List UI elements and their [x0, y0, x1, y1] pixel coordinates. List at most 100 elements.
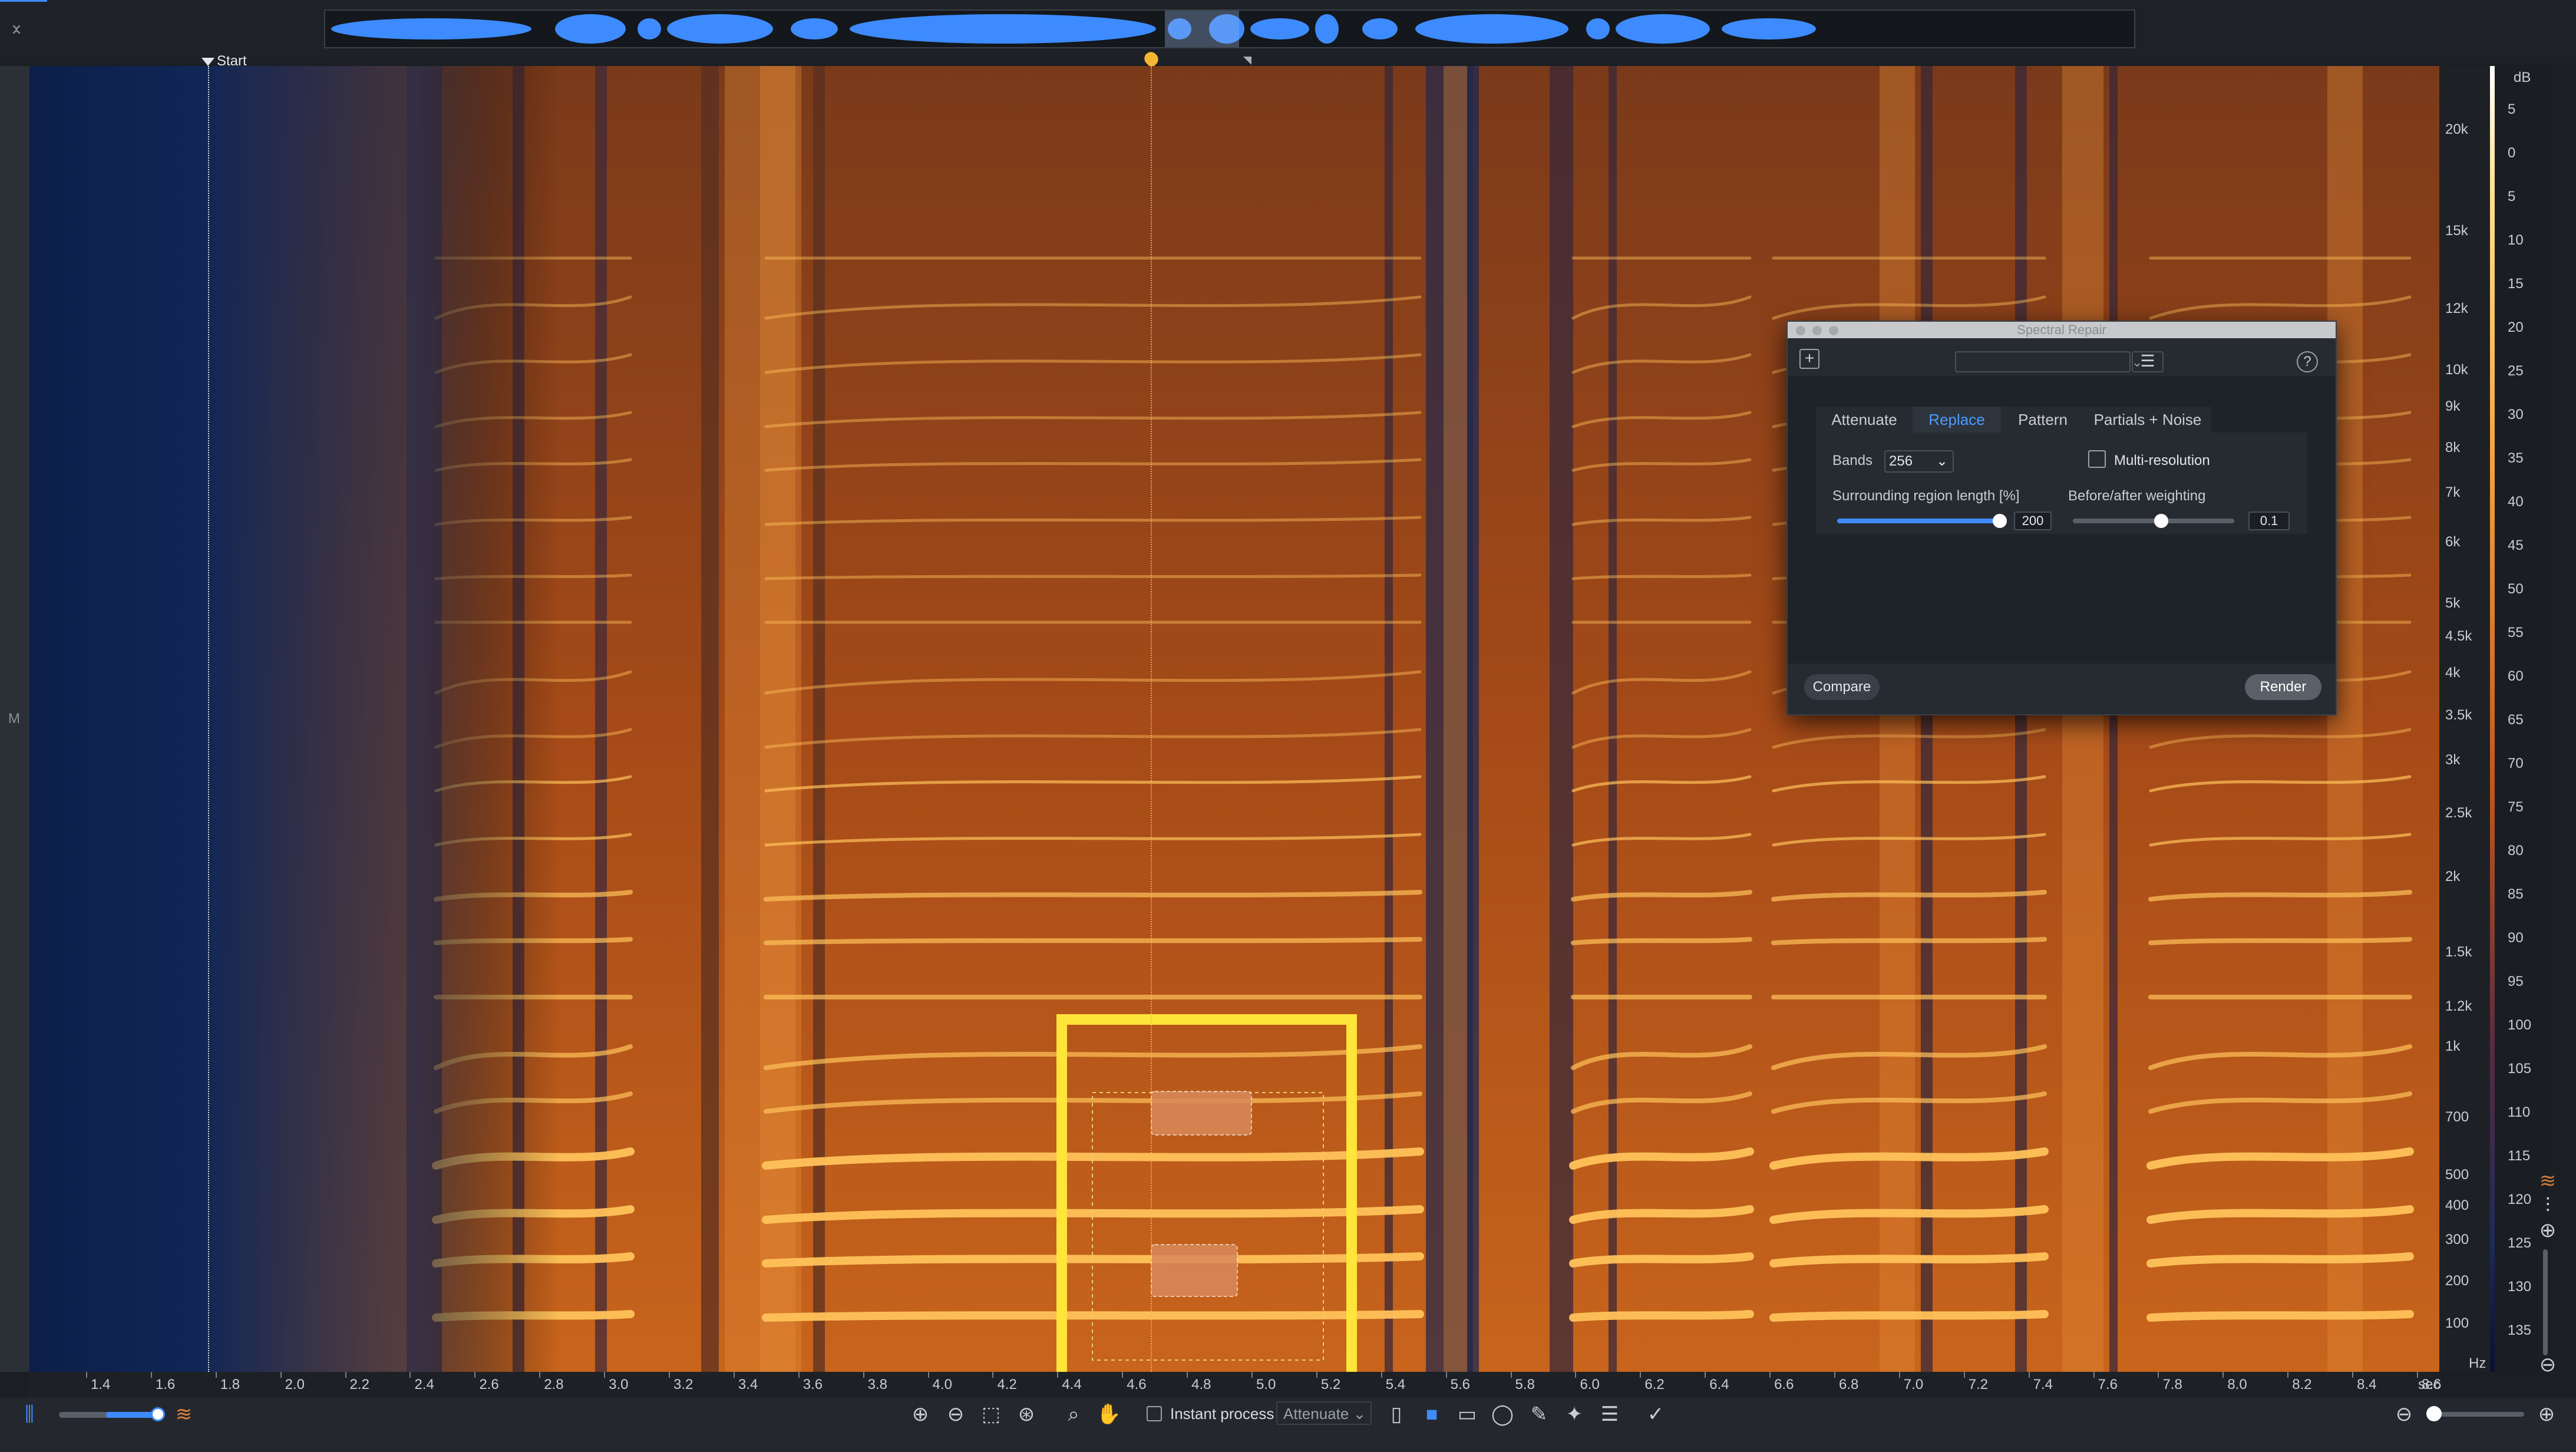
bands-select[interactable]: 256 ⌄ [1884, 450, 1954, 473]
frequency-tick: 500 [2445, 1167, 2469, 1183]
repair-patch-upper[interactable] [1151, 1091, 1252, 1136]
db-tick: 10 [2508, 232, 2524, 248]
frequency-tick: 300 [2445, 1232, 2469, 1248]
time-tick-mark [1251, 1372, 1253, 1378]
waveform-settings-icon[interactable]: ⫶ [2535, 1194, 2561, 1220]
close-window-icon[interactable] [1796, 326, 1805, 335]
magic-wand-icon[interactable]: ✦ [1561, 1402, 1587, 1428]
preset-select[interactable]: ⌄ [1955, 351, 2142, 372]
vertical-zoom-out-icon[interactable]: ⊖ [2535, 1353, 2561, 1379]
hand-icon[interactable]: ✋ [1096, 1402, 1122, 1428]
minimize-window-icon[interactable] [1812, 326, 1822, 335]
zoom-in-icon[interactable]: ⊕ [907, 1402, 933, 1428]
zoom-out-icon[interactable]: ⊖ [943, 1402, 969, 1428]
channel-label: M [8, 711, 20, 727]
rect-select-icon[interactable]: ■ [1419, 1402, 1445, 1428]
preset-menu-icon[interactable]: ☰ [2132, 351, 2164, 372]
view-blend-fill [106, 1412, 158, 1418]
waveform-view-icon[interactable]: ⫼ [16, 1402, 42, 1428]
weighting-slider[interactable] [2073, 519, 2234, 523]
start-marker-icon[interactable] [202, 58, 214, 66]
zoom-window-icon[interactable] [1829, 326, 1838, 335]
overview-waveform-segment [555, 14, 626, 44]
zoom-selection-icon[interactable]: ⬚ [978, 1402, 1004, 1428]
time-tick: 4.4 [1062, 1377, 1082, 1392]
zoom-fit-icon[interactable]: ⊛ [1013, 1402, 1039, 1428]
magnify-icon[interactable]: ⌕ [1061, 1402, 1086, 1428]
dialog-titlebar[interactable]: Spectral Repair [1788, 322, 2336, 338]
frequency-tick: 7k [2445, 484, 2461, 500]
vertical-zoom-in-icon[interactable]: ⊕ [2535, 1219, 2561, 1245]
spectrogram-settings-icon[interactable]: ≋ [2535, 1169, 2561, 1195]
time-tick: 1.4 [91, 1377, 111, 1392]
overview-waveform-segment [667, 14, 773, 44]
spectrogram-view-icon[interactable]: ≋ [171, 1402, 197, 1428]
frequency-tick: 10k [2445, 362, 2468, 378]
cursor-end-marker[interactable] [1243, 57, 1251, 65]
horizontal-zoom-knob[interactable] [2426, 1406, 2442, 1421]
help-icon[interactable]: ? [2297, 351, 2318, 372]
surrounding-length-value[interactable]: 200 [2014, 512, 2052, 530]
spectrogram-canvas [29, 66, 2439, 1372]
brush-icon[interactable]: ✎ [1526, 1402, 1552, 1428]
time-unit: sec [2418, 1377, 2440, 1392]
db-tick: 5 [2508, 189, 2516, 204]
time-tick-mark [1705, 1372, 1706, 1378]
render-button[interactable]: Render [2245, 674, 2321, 700]
replace-settings-panel: Bands 256 ⌄ Multi-resolution Surrounding … [1816, 433, 2307, 534]
tab-replace[interactable]: Replace [1913, 407, 2001, 433]
frequency-tick: 15k [2445, 223, 2468, 239]
weighting-value[interactable]: 0.1 [2248, 512, 2290, 530]
instant-process-checkbox[interactable] [1147, 1406, 1162, 1421]
surrounding-length-slider[interactable] [1837, 519, 2000, 523]
time-tick-mark [280, 1372, 282, 1378]
time-tick: 4.0 [932, 1377, 952, 1392]
overview-waveform-segment [1315, 14, 1339, 44]
instant-process-mode-select[interactable]: Attenuate ⌄ [1276, 1401, 1372, 1425]
time-tick: 8.0 [2227, 1377, 2247, 1392]
time-tick-mark [2093, 1372, 2095, 1378]
db-tick: 115 [2508, 1148, 2531, 1164]
horizontal-zoom-slider[interactable] [2430, 1412, 2524, 1417]
view-blend-knob[interactable] [151, 1407, 165, 1421]
time-tick-mark [1057, 1372, 1059, 1378]
weighting-knob[interactable] [2154, 514, 2168, 528]
vertical-zoom-slider[interactable] [2543, 1249, 2548, 1355]
time-select-icon[interactable]: ▯ [1383, 1402, 1409, 1428]
time-tick: 5.6 [1450, 1377, 1471, 1392]
freq-select-icon[interactable]: ▭ [1454, 1402, 1480, 1428]
overview-visible-range[interactable] [1165, 11, 1239, 47]
time-tick-mark [1187, 1372, 1188, 1378]
tab-partials-noise[interactable]: Partials + Noise [2085, 407, 2211, 433]
time-tick-mark [604, 1372, 606, 1378]
waveform-overview[interactable] [324, 9, 2135, 48]
frequency-tick: 1.5k [2445, 944, 2472, 960]
time-tick-mark [150, 1372, 152, 1378]
time-tick-mark [1316, 1372, 1317, 1378]
db-color-scale[interactable] [2490, 66, 2495, 1372]
time-tick-mark [539, 1372, 541, 1378]
time-tick-mark [1510, 1372, 1512, 1378]
time-tick: 2.6 [479, 1377, 499, 1392]
surrounding-length-knob[interactable] [1993, 514, 2007, 528]
mode-select-value: Attenuate [1283, 1405, 1349, 1423]
compare-button[interactable]: Compare [1804, 674, 1880, 700]
db-tick: 20 [2508, 319, 2524, 335]
tab-attenuate[interactable]: Attenuate [1816, 407, 1913, 433]
lasso-icon[interactable]: ◯ [1490, 1402, 1515, 1428]
spectrogram-display[interactable] [29, 66, 2439, 1372]
horizontal-zoom-out-icon[interactable]: ⊖ [2391, 1402, 2417, 1428]
repair-patch-lower[interactable] [1151, 1244, 1238, 1297]
db-tick: 0 [2508, 145, 2516, 161]
db-tick: 95 [2508, 974, 2524, 989]
multi-resolution-checkbox[interactable] [2088, 450, 2106, 468]
pencil-icon[interactable]: ✓ [1643, 1402, 1669, 1428]
tab-pattern[interactable]: Pattern [2001, 407, 2085, 433]
db-tick: 120 [2508, 1192, 2532, 1207]
harmonic-select-icon[interactable]: ☰ [1597, 1402, 1623, 1428]
chevron-down-icon: ⌄ [1936, 453, 1948, 469]
collapse-icon[interactable]: ⌄ ⌃ [6, 15, 27, 46]
horizontal-zoom-in-icon[interactable]: ⊕ [2534, 1402, 2560, 1428]
frequency-tick: 5k [2445, 595, 2461, 611]
time-tick-mark [798, 1372, 800, 1378]
